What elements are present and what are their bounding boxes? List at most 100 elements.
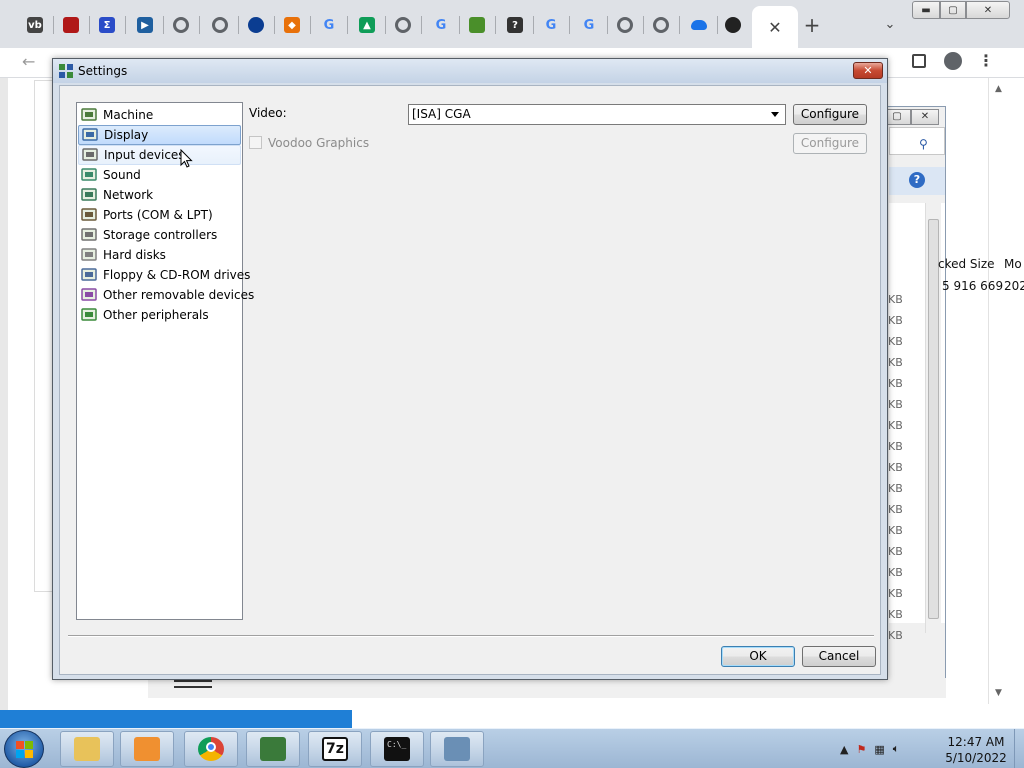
browser-tab[interactable]: ◆ (277, 10, 307, 40)
video-configure-button[interactable]: Configure (793, 104, 867, 125)
browser-tab[interactable]: G (314, 10, 344, 40)
browser-tab[interactable] (684, 10, 714, 40)
browser-tab[interactable] (462, 10, 492, 40)
close-window-button[interactable]: ✕ (966, 1, 1010, 19)
tab-separator (274, 16, 275, 34)
settings-app-icon (59, 64, 73, 78)
dialog-body: Machine Display Input devices Sound Network P… (59, 85, 881, 675)
show-hidden-icons-button[interactable]: ▲ (840, 743, 848, 756)
browser-tab[interactable] (241, 10, 271, 40)
video-dropdown[interactable]: [ISA] CGA (408, 104, 786, 125)
browser-tab[interactable] (610, 10, 640, 40)
browser-tab[interactable] (388, 10, 418, 40)
taskbar-explorer-button[interactable] (60, 731, 114, 767)
action-center-icon[interactable]: ⚑ (856, 743, 866, 756)
taskbar-notepad-button[interactable] (430, 731, 484, 767)
sigma-icon: Σ (99, 17, 115, 33)
browser-tab[interactable] (166, 10, 196, 40)
browser-tab[interactable] (205, 10, 235, 40)
system-clock[interactable]: 12:47 AM 5/10/2022 (936, 734, 1016, 766)
browser-tab[interactable]: ▶ (130, 10, 160, 40)
dialog-title-bar[interactable]: Settings ✕ (53, 59, 887, 83)
scroll-down-icon[interactable]: ▼ (995, 688, 1002, 698)
resize-grip[interactable] (174, 680, 212, 688)
taskbar-7zip-button[interactable]: 7z (308, 731, 362, 767)
network-icon[interactable]: ▦ (874, 743, 884, 756)
scroll-thumb[interactable] (928, 219, 939, 619)
profile-avatar[interactable] (944, 52, 962, 70)
start-button[interactable] (4, 730, 44, 768)
browser-menu-button[interactable]: ⋮ (978, 51, 994, 70)
minimize-button[interactable]: ▬ (912, 1, 940, 19)
background-window-controls: ▢ ✕ (883, 109, 943, 127)
help-icon[interactable]: ? (909, 172, 925, 188)
category-item[interactable]: Machine (78, 105, 241, 125)
taskbar-media-player-button[interactable] (120, 731, 174, 767)
back-button[interactable]: ← (22, 52, 35, 71)
browser-tab[interactable] (56, 10, 86, 40)
browser-tab[interactable] (718, 10, 748, 40)
tab-separator (347, 16, 348, 34)
clock-date: 5/10/2022 (945, 751, 1007, 765)
cloud-icon (691, 20, 707, 30)
category-item[interactable]: Display (78, 125, 241, 145)
kb-cell: KB (888, 545, 903, 558)
scroll-up-icon[interactable]: ▲ (995, 84, 1002, 94)
browser-tab[interactable]: Σ (92, 10, 122, 40)
voodoo-graphics-checkbox[interactable] (249, 136, 262, 149)
input-devices-icon (82, 147, 98, 163)
display-icon (82, 127, 98, 143)
search-icon[interactable]: ⚲ (919, 137, 928, 151)
dropdown-arrow-icon[interactable] (771, 112, 779, 117)
category-label: Storage controllers (103, 228, 218, 242)
kb-cell: KB (888, 398, 903, 411)
category-list: Machine Display Input devices Sound Network P… (76, 102, 254, 620)
browser-tab[interactable]: G (536, 10, 566, 40)
browser-tab[interactable]: ? (500, 10, 530, 40)
category-item[interactable]: Storage controllers (78, 225, 241, 245)
maximize-button[interactable]: ▢ (940, 1, 966, 19)
column-header-modified[interactable]: Mo (1004, 257, 1022, 271)
category-item[interactable]: Input devices (78, 145, 241, 165)
globe-icon (395, 17, 411, 33)
kb-cell: KB (888, 524, 903, 537)
category-item[interactable]: Ports (COM & LPT) (78, 205, 241, 225)
browser-tab[interactable] (646, 10, 676, 40)
tab-separator (385, 16, 386, 34)
browser-tab[interactable]: G (574, 10, 604, 40)
close-tab-icon[interactable]: ✕ (768, 18, 781, 37)
tab-separator (238, 16, 239, 34)
category-item[interactable]: Floppy & CD-ROM drives (78, 265, 250, 285)
show-desktop-button[interactable] (1014, 729, 1024, 768)
side-panel-icon[interactable] (912, 54, 926, 68)
category-item[interactable]: Network (78, 185, 241, 205)
play-icon: ▶ (137, 17, 153, 33)
browser-tab[interactable]: vb (20, 10, 50, 40)
background-close-button[interactable]: ✕ (911, 109, 939, 125)
category-item[interactable]: Sound (78, 165, 241, 185)
new-tab-button[interactable]: + (800, 14, 824, 38)
page-card-edge (34, 80, 54, 592)
category-item[interactable]: Other peripherals (78, 305, 241, 325)
dialog-close-button[interactable]: ✕ (853, 62, 883, 79)
background-search-box[interactable] (889, 127, 945, 155)
category-item[interactable]: Other removable devices (78, 285, 254, 305)
ok-button[interactable]: OK (721, 646, 795, 667)
tab-separator (125, 16, 126, 34)
page-scrollbar[interactable]: ▲ ▼ (988, 78, 1008, 704)
voodoo-graphics-label: Voodoo Graphics (268, 136, 370, 150)
category-item[interactable]: Hard disks (78, 245, 241, 265)
taskbar-chrome-button[interactable] (184, 731, 238, 767)
browser-tab[interactable]: ▲ (352, 10, 382, 40)
active-tab[interactable]: ✕ (752, 6, 798, 48)
volume-icon[interactable]: 🔈︎ (893, 742, 900, 756)
tab-search-button[interactable]: ⌄ (878, 14, 902, 36)
voodoo-configure-button[interactable]: Configure (793, 133, 867, 154)
browser-tab[interactable]: G (426, 10, 456, 40)
taskbar-86box-button[interactable] (246, 731, 300, 767)
cancel-button[interactable]: Cancel (802, 646, 876, 667)
taskbar-cmd-button[interactable]: C:\_ (370, 731, 424, 767)
kb-cell: KB (888, 629, 903, 642)
google-icon: G (435, 17, 447, 33)
column-header-packed-size[interactable]: cked Size (938, 257, 995, 271)
